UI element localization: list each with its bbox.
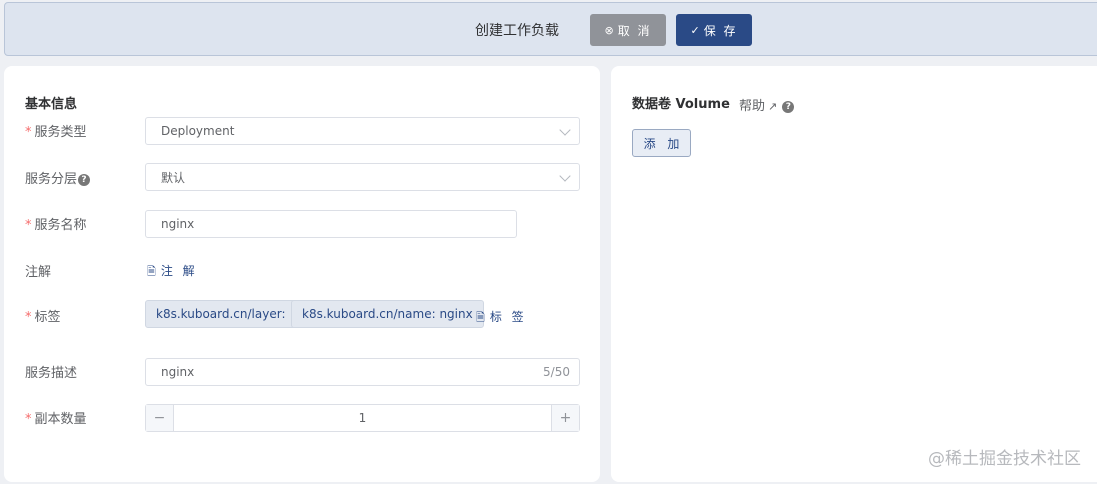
- chevron-down-icon: [559, 170, 571, 182]
- basic-info-card: 基本信息 * 服务类型 Deployment 服务分层? 默认 * 服务名称 ngi…: [4, 66, 600, 482]
- watermark: @稀土掘金技术社区: [928, 449, 1081, 469]
- labels-label: * 标签: [25, 306, 61, 325]
- circle-check-icon: ✓: [690, 23, 700, 37]
- service-layer-label-text: 服务分层: [25, 172, 78, 187]
- service-name-input[interactable]: nginx: [145, 210, 517, 238]
- chevron-down-icon: [559, 124, 571, 136]
- circle-x-icon: ⊗: [604, 23, 614, 37]
- replicas-value[interactable]: 1: [174, 405, 551, 431]
- char-counter: 5/50: [543, 365, 570, 379]
- document-icon: 🗎: [476, 311, 485, 324]
- volume-help-text: 帮助: [739, 99, 766, 114]
- section-title: 基本信息: [25, 97, 78, 112]
- page-title: 创建工作负载: [475, 23, 559, 39]
- required-marker: *: [25, 218, 32, 233]
- decrement-button[interactable]: −: [146, 405, 174, 431]
- service-type-value: Deployment: [161, 124, 235, 138]
- label-tag[interactable]: k8s.kuboard.cn/name: nginx: [291, 300, 484, 328]
- replicas-label-text: 副本数量: [34, 412, 87, 427]
- required-marker: *: [25, 310, 32, 325]
- label-tag[interactable]: k8s.kuboard.cn/layer:: [145, 300, 297, 328]
- volume-card: 数据卷 Volume 帮助 ↗ ? 添 加: [611, 66, 1097, 482]
- description-value: nginx: [161, 365, 195, 379]
- external-link-icon: ↗: [768, 100, 778, 113]
- service-name-label: * 服务名称: [25, 214, 87, 233]
- service-name-value: nginx: [161, 217, 195, 231]
- required-marker: *: [25, 125, 32, 140]
- replicas-stepper[interactable]: − 1 +: [145, 404, 580, 432]
- volume-title: 数据卷 Volume: [632, 97, 730, 112]
- add-volume-button[interactable]: 添 加: [632, 129, 691, 157]
- add-label-button-label: 标 签: [489, 310, 527, 324]
- increment-button[interactable]: +: [551, 405, 579, 431]
- service-name-label-text: 服务名称: [34, 218, 87, 233]
- annotations-button[interactable]: 🗎 注 解: [147, 262, 198, 282]
- document-icon: 🗎: [147, 265, 156, 278]
- labels-label-text: 标签: [34, 310, 61, 325]
- save-button[interactable]: ✓ 保 存: [676, 14, 752, 46]
- cancel-button-label: 取 消: [617, 23, 652, 38]
- replicas-label: * 副本数量: [25, 408, 87, 427]
- question-circle-icon[interactable]: ?: [78, 174, 91, 186]
- description-label: 服务描述: [25, 366, 78, 381]
- question-circle-icon[interactable]: ?: [782, 101, 795, 113]
- annotations-button-label: 注 解: [160, 264, 198, 278]
- toolbar: 创建工作负载 ⊗ 取 消 ✓ 保 存: [4, 2, 1097, 56]
- add-label-button[interactable]: 🗎 标 签: [476, 308, 527, 328]
- service-type-label: * 服务类型: [25, 121, 87, 140]
- annotations-label: 注解: [25, 265, 52, 280]
- service-layer-select[interactable]: 默认: [145, 163, 580, 191]
- save-button-label: 保 存: [703, 23, 738, 38]
- volume-help-link[interactable]: 帮助 ↗ ?: [739, 95, 795, 114]
- service-layer-label: 服务分层?: [25, 168, 91, 187]
- description-input[interactable]: nginx 5/50: [145, 358, 580, 386]
- service-type-select[interactable]: Deployment: [145, 117, 580, 145]
- cancel-button[interactable]: ⊗ 取 消: [590, 14, 666, 46]
- required-marker: *: [25, 412, 32, 427]
- service-type-label-text: 服务类型: [34, 125, 87, 140]
- service-layer-value: 默认: [161, 170, 186, 185]
